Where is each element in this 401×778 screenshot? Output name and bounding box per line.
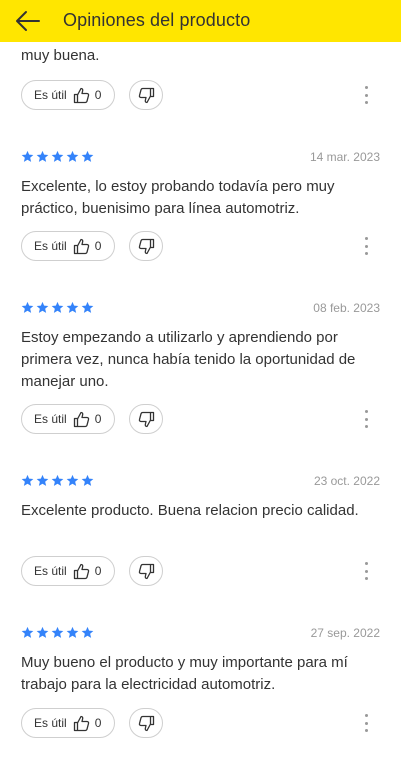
useful-button[interactable]: Es útil 0: [21, 404, 115, 434]
star-rating: [21, 150, 94, 163]
useful-count: 0: [94, 716, 102, 730]
thumbs-up-icon: [73, 715, 90, 732]
more-options-button[interactable]: [359, 560, 373, 582]
star-icon: [81, 301, 94, 313]
star-icon: [66, 150, 79, 162]
reviews-list: muy buena. Es útil 0 14 mar. 2023 Excele…: [0, 0, 401, 778]
dot: [364, 562, 368, 565]
star-icon: [81, 626, 94, 638]
dot: [364, 569, 368, 573]
dot: [364, 252, 368, 255]
useful-label: Es útil: [34, 716, 67, 730]
dot: [364, 729, 368, 732]
not-useful-button[interactable]: [129, 556, 163, 586]
useful-count: 0: [94, 88, 102, 102]
thumbs-down-icon: [138, 87, 154, 103]
star-icon: [51, 150, 64, 162]
review-date: 08 feb. 2023: [313, 301, 380, 315]
dot: [364, 93, 368, 97]
star-icon: [36, 474, 49, 486]
useful-button[interactable]: Es útil 0: [21, 231, 115, 261]
useful-count: 0: [94, 564, 102, 578]
thumbs-down-icon: [138, 238, 154, 254]
thumbs-up-icon: [73, 563, 90, 580]
review-date: 23 oct. 2022: [313, 474, 380, 488]
dot: [364, 721, 368, 725]
star-icon: [66, 301, 79, 313]
star-icon: [36, 150, 49, 162]
not-useful-button[interactable]: [129, 708, 163, 738]
more-options-button[interactable]: [359, 84, 373, 106]
star-icon: [21, 626, 34, 638]
page-title: Opiniones del producto: [63, 10, 251, 30]
thumbs-up-icon: [73, 411, 90, 428]
useful-label: Es útil: [34, 412, 67, 426]
app-header: Opiniones del producto: [0, 0, 401, 42]
useful-label: Es útil: [34, 239, 67, 253]
star-icon: [36, 626, 49, 638]
thumbs-up-icon: [73, 238, 90, 255]
review-text: Estoy empezando a utilizarlo y aprendien…: [21, 329, 356, 390]
useful-label: Es útil: [34, 564, 67, 578]
review-text: Muy bueno el producto y muy importante p…: [21, 654, 348, 693]
more-options-button[interactable]: [359, 408, 373, 430]
dot: [364, 417, 368, 421]
not-useful-button[interactable]: [129, 231, 163, 261]
star-icon: [21, 301, 34, 313]
useful-button[interactable]: Es útil 0: [21, 80, 115, 110]
star-rating: [21, 626, 94, 639]
star-icon: [81, 150, 94, 162]
useful-button[interactable]: Es útil 0: [21, 708, 115, 738]
review-date: 27 sep. 2022: [310, 626, 380, 640]
useful-label: Es útil: [34, 88, 67, 102]
review-text: muy buena.: [21, 47, 100, 64]
dot: [364, 237, 368, 240]
thumbs-down-icon: [138, 411, 154, 427]
star-icon: [51, 626, 64, 638]
more-options-button[interactable]: [359, 235, 373, 257]
thumbs-down-icon: [138, 563, 154, 579]
dot: [364, 86, 368, 89]
star-rating: [21, 301, 94, 314]
back-button[interactable]: [14, 8, 42, 34]
star-rating: [21, 474, 94, 487]
star-icon: [21, 474, 34, 486]
star-icon: [21, 150, 34, 162]
star-icon: [51, 301, 64, 313]
dot: [364, 244, 368, 248]
useful-button[interactable]: Es útil 0: [21, 556, 115, 586]
star-icon: [66, 626, 79, 638]
star-icon: [36, 301, 49, 313]
review-text: Excelente, lo estoy probando todavía per…: [21, 178, 335, 217]
dot: [364, 410, 368, 413]
not-useful-button[interactable]: [129, 404, 163, 434]
arrow-left-icon: [16, 11, 40, 31]
dot: [364, 577, 368, 580]
review-date: 14 mar. 2023: [309, 150, 380, 164]
more-options-button[interactable]: [359, 712, 373, 734]
thumbs-up-icon: [73, 87, 90, 104]
star-icon: [51, 474, 64, 486]
star-icon: [66, 474, 79, 486]
useful-count: 0: [94, 412, 102, 426]
review-text: Excelente producto. Buena relacion preci…: [21, 502, 359, 519]
star-icon: [81, 474, 94, 486]
not-useful-button[interactable]: [129, 80, 163, 110]
useful-count: 0: [94, 239, 102, 253]
dot: [364, 714, 368, 717]
dot: [364, 425, 368, 428]
thumbs-down-icon: [138, 715, 154, 731]
dot: [364, 101, 368, 104]
